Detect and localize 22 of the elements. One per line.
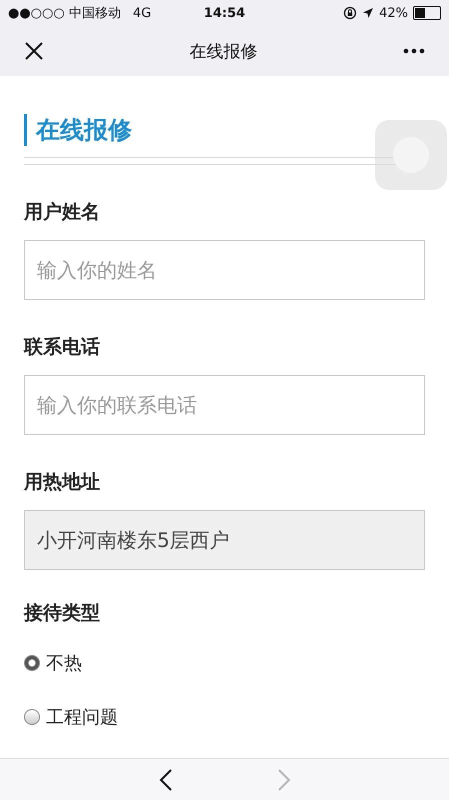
field-label: 用户姓名 xyxy=(24,200,101,225)
radio-button[interactable] xyxy=(24,709,40,725)
network-text: 4G xyxy=(132,6,152,20)
battery-text: 42% xyxy=(379,6,408,20)
page-title: 在线报修 xyxy=(190,40,258,62)
battery-icon xyxy=(413,6,441,20)
more-icon[interactable] xyxy=(403,48,425,54)
rotation-lock-icon xyxy=(343,6,358,20)
time-text: 14:54 xyxy=(202,6,246,20)
radio-label[interactable]: 不热 xyxy=(46,651,82,675)
field-label: 用热地址 xyxy=(24,470,101,495)
carrier-text: ●●○○○ 中国移动 xyxy=(8,5,121,22)
radio-button[interactable] xyxy=(24,655,40,671)
back-icon[interactable] xyxy=(158,768,172,792)
input-field[interactable]: 输入你的姓名 xyxy=(24,240,425,300)
location-arrow-icon xyxy=(362,7,374,19)
field-label: 联系电话 xyxy=(24,335,101,360)
radio-label[interactable]: 工程问题 xyxy=(46,705,118,729)
close-icon[interactable] xyxy=(24,41,44,61)
section-title: 在线报修 xyxy=(36,115,132,146)
field-label: 接待类型 xyxy=(24,601,101,626)
input-field[interactable]: 输入你的联系电话 xyxy=(24,375,425,435)
